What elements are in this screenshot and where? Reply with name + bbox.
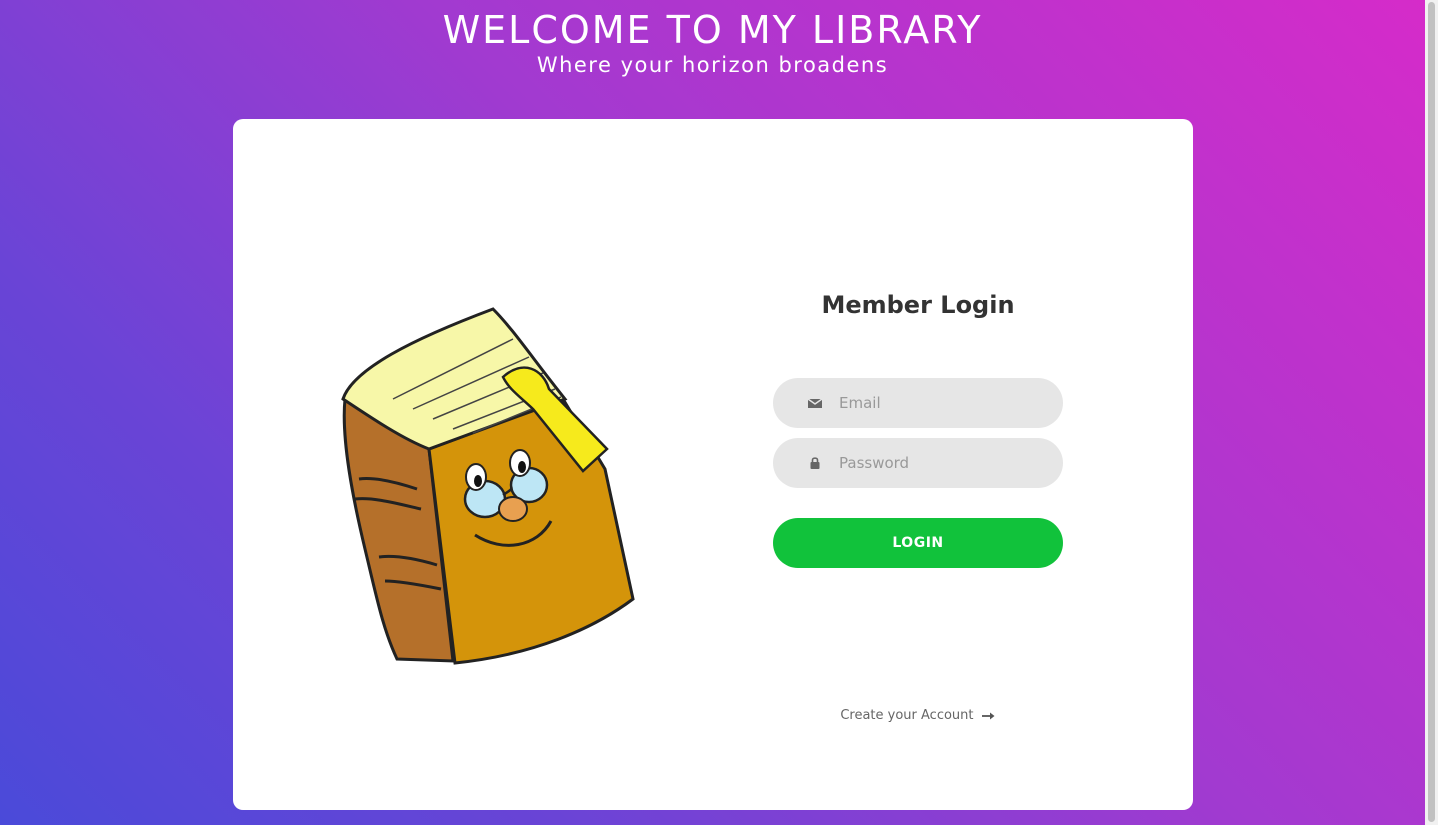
page-background: WELCOME TO MY LIBRARY Where your horizon… bbox=[0, 0, 1425, 825]
page-header: WELCOME TO MY LIBRARY Where your horizon… bbox=[0, 6, 1425, 78]
vertical-scrollbar[interactable] bbox=[1425, 0, 1438, 825]
create-account-link[interactable]: Create your Account bbox=[773, 708, 1063, 723]
scrollbar-thumb[interactable] bbox=[1428, 2, 1435, 822]
login-button[interactable]: LOGIN bbox=[773, 518, 1063, 568]
book-mascot-illustration bbox=[341, 307, 635, 665]
login-title: Member Login bbox=[821, 291, 1015, 319]
login-card: Member Login LOGIN Create your Account bbox=[233, 119, 1193, 810]
email-field[interactable] bbox=[773, 378, 1063, 428]
envelope-icon bbox=[807, 398, 823, 408]
long-arrow-right-icon bbox=[981, 712, 995, 719]
create-account-label: Create your Account bbox=[840, 708, 974, 723]
password-input[interactable] bbox=[839, 438, 1039, 488]
page-subtitle: Where your horizon broadens bbox=[536, 53, 889, 77]
password-field[interactable] bbox=[773, 438, 1063, 488]
page-title: WELCOME TO MY LIBRARY bbox=[442, 8, 983, 52]
email-input[interactable] bbox=[839, 378, 1039, 428]
lock-icon bbox=[810, 457, 820, 469]
